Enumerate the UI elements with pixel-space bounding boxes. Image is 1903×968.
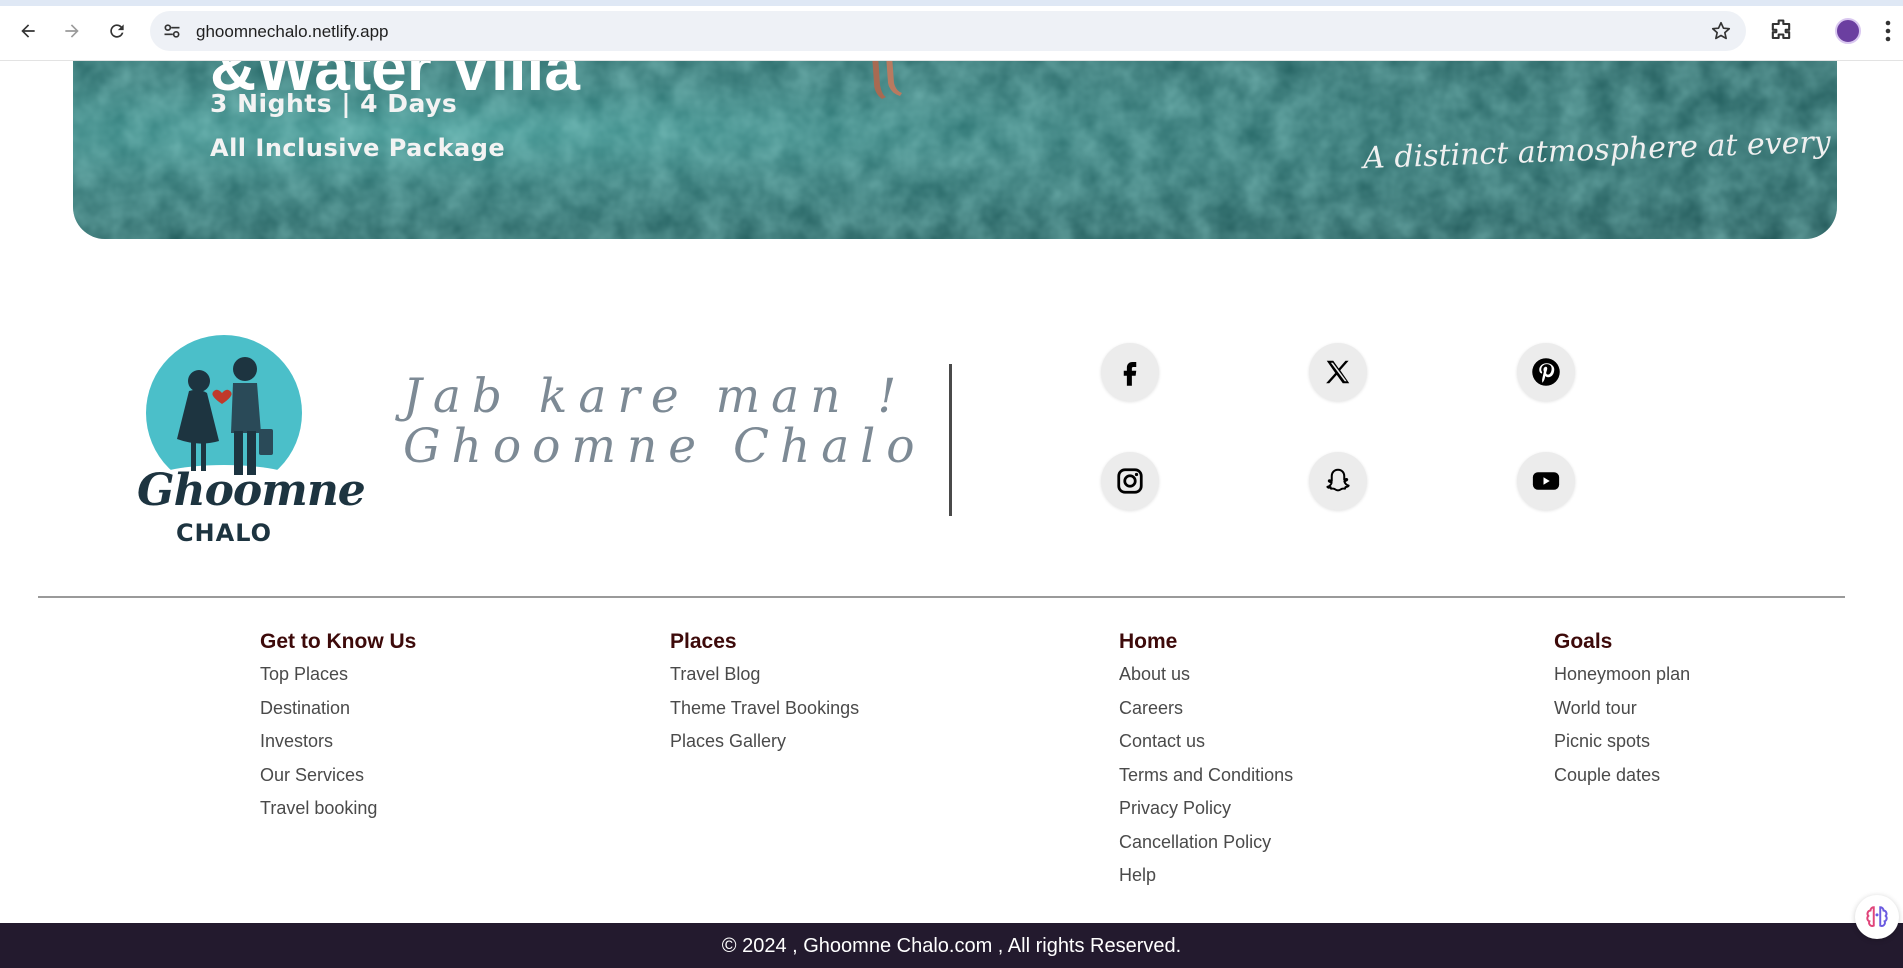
bookmark-star-icon[interactable] <box>1710 20 1732 42</box>
instagram-icon <box>1117 468 1143 494</box>
footer-link-couple-dates[interactable]: Couple dates <box>1554 765 1690 799</box>
slogan-line-2: Ghoomne Chalo <box>403 419 926 474</box>
column-title: Home <box>1119 630 1178 653</box>
facebook-icon <box>1123 362 1137 386</box>
browser-toolbar: ghoomnechalo.netlify.app <box>0 0 1903 61</box>
footer-link-top-places[interactable]: Top Places <box>260 664 416 698</box>
snapchat-link[interactable] <box>1309 452 1367 510</box>
logo-wordmark-chalo: CHALO <box>175 519 273 547</box>
logo-wordmark-ghoomne: Ghoomne <box>137 465 366 516</box>
footer-divider <box>38 596 1845 598</box>
address-bar[interactable]: ghoomnechalo.netlify.app <box>150 11 1746 51</box>
back-button[interactable] <box>13 16 43 46</box>
column-title: Get to Know Us <box>260 630 417 653</box>
swimmer-legs-illustration <box>872 61 902 99</box>
footer-link-destination[interactable]: Destination <box>260 698 416 732</box>
extensions-icon[interactable] <box>1767 17 1795 45</box>
banner-package: All Inclusive Package <box>210 134 506 162</box>
back-arrow-icon <box>21 24 35 38</box>
youtube-link[interactable] <box>1517 452 1575 510</box>
profile-avatar[interactable] <box>1835 18 1861 44</box>
footer-link-investors[interactable]: Investors <box>260 731 416 765</box>
brand-divider <box>949 364 952 516</box>
brain-assistant-icon <box>1866 906 1888 927</box>
forward-button[interactable] <box>57 16 87 46</box>
column-title: Places <box>670 630 737 653</box>
footer-link-cancellation-policy[interactable]: Cancellation Policy <box>1119 832 1293 866</box>
footer-link-honeymoon-plan[interactable]: Honeymoon plan <box>1554 664 1690 698</box>
footer-column-home: Home About us Careers Contact us Terms a… <box>1119 630 1293 899</box>
footer-link-theme-travel-bookings[interactable]: Theme Travel Bookings <box>670 698 859 732</box>
site-settings-icon[interactable] <box>162 21 182 41</box>
pinterest-link[interactable] <box>1517 343 1575 401</box>
reload-icon <box>110 24 124 38</box>
column-title: Goals <box>1554 630 1613 653</box>
banner-duration: 3 Nights | 4 Days <box>210 89 458 118</box>
reload-button[interactable] <box>102 16 132 46</box>
brand-slogan: Jab kare man ! Ghoomne Chalo <box>403 372 926 472</box>
copyright-bar: © 2024 , Ghoomne Chalo.com , All rights … <box>0 923 1903 968</box>
forward-arrow-icon <box>65 24 79 38</box>
footer-link-contact-us[interactable]: Contact us <box>1119 731 1293 765</box>
snapchat-icon <box>1326 468 1350 492</box>
url-text[interactable]: ghoomnechalo.netlify.app <box>196 22 389 42</box>
tab-strip-edge <box>0 0 1903 6</box>
copyright-text: © 2024 , Ghoomne Chalo.com , All rights … <box>721 935 1182 957</box>
footer-link-travel-blog[interactable]: Travel Blog <box>670 664 859 698</box>
pinterest-icon <box>1532 358 1560 386</box>
footer-link-privacy-policy[interactable]: Privacy Policy <box>1119 798 1293 832</box>
footer-link-our-services[interactable]: Our Services <box>260 765 416 799</box>
assistant-button[interactable] <box>1855 895 1899 939</box>
youtube-icon <box>1532 472 1560 490</box>
footer-link-places-gallery[interactable]: Places Gallery <box>670 731 859 765</box>
browser-menu-icon[interactable] <box>1884 18 1892 44</box>
promo-banner: &Water Villa 3 Nights | 4 Days All Inclu… <box>73 61 1837 239</box>
footer-link-travel-booking[interactable]: Travel booking <box>260 798 416 832</box>
footer-link-terms[interactable]: Terms and Conditions <box>1119 765 1293 799</box>
x-icon <box>1326 360 1350 384</box>
footer-link-picnic-spots[interactable]: Picnic spots <box>1554 731 1690 765</box>
footer-column-places: Places Travel Blog Theme Travel Bookings… <box>670 630 859 765</box>
footer-column-goals: Goals Honeymoon plan World tour Picnic s… <box>1554 630 1690 798</box>
x-link[interactable] <box>1309 343 1367 401</box>
slogan-line-1: Jab kare man ! <box>403 369 908 424</box>
facebook-link[interactable] <box>1101 343 1159 401</box>
footer-link-about-us[interactable]: About us <box>1119 664 1293 698</box>
footer-link-world-tour[interactable]: World tour <box>1554 698 1690 732</box>
footer-column-get-to-know-us: Get to Know Us Top Places Destination In… <box>260 630 416 832</box>
instagram-link[interactable] <box>1101 452 1159 510</box>
footer-link-help[interactable]: Help <box>1119 865 1293 899</box>
ghoomne-chalo-logo[interactable]: Ghoomne CHALO <box>133 333 366 551</box>
footer-link-careers[interactable]: Careers <box>1119 698 1293 732</box>
